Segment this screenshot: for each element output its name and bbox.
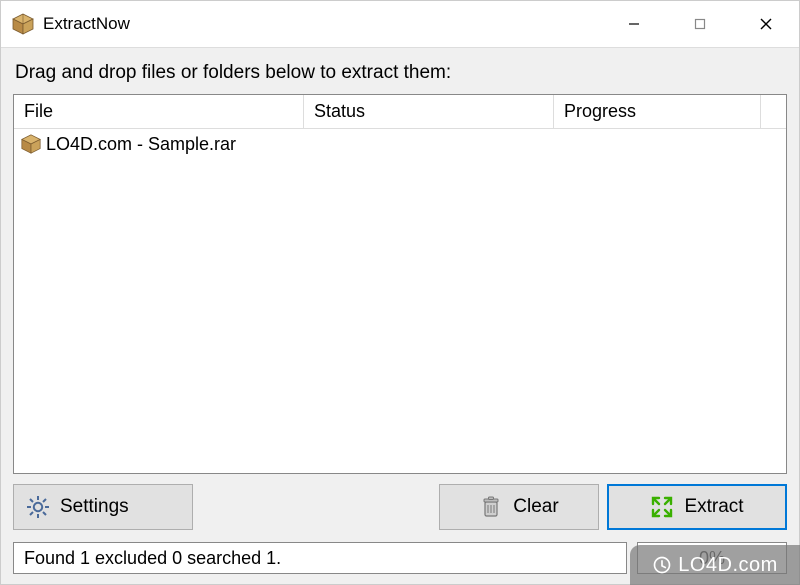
box-icon xyxy=(11,12,35,36)
window-title: ExtractNow xyxy=(43,14,601,34)
column-header-status[interactable]: Status xyxy=(304,95,554,129)
close-button[interactable] xyxy=(733,1,799,47)
clear-button-label: Clear xyxy=(513,496,558,518)
cell-file-text: LO4D.com - Sample.rar xyxy=(46,134,236,155)
progress-box: 0% xyxy=(637,542,787,574)
column-header-file[interactable]: File xyxy=(14,95,304,129)
file-listview[interactable]: File Status Progress L xyxy=(13,94,787,474)
extract-button-label: Extract xyxy=(684,496,743,518)
listview-body[interactable]: LO4D.com - Sample.rar xyxy=(14,129,786,473)
instruction-label: Drag and drop files or folders below to … xyxy=(15,62,787,84)
maximize-button[interactable] xyxy=(667,1,733,47)
table-row[interactable]: LO4D.com - Sample.rar xyxy=(14,129,786,159)
titlebar[interactable]: ExtractNow xyxy=(1,1,799,47)
client-area: Drag and drop files or folders below to … xyxy=(1,47,799,584)
status-row: Found 1 excluded 0 searched 1. 0% xyxy=(13,542,787,574)
column-header-spacer xyxy=(761,95,786,129)
expand-icon xyxy=(650,495,674,519)
trash-icon xyxy=(479,495,503,519)
progress-text: 0% xyxy=(699,548,725,569)
status-text: Found 1 excluded 0 searched 1. xyxy=(13,542,627,574)
clear-button[interactable]: Clear xyxy=(439,484,599,530)
box-icon xyxy=(20,133,42,155)
button-row: Settings Clear xyxy=(13,484,787,530)
minimize-button[interactable] xyxy=(601,1,667,47)
app-window: ExtractNow Drag and drop files or folder… xyxy=(0,0,800,585)
window-controls xyxy=(601,1,799,47)
settings-button-label: Settings xyxy=(60,496,129,518)
listview-header: File Status Progress xyxy=(14,95,786,129)
button-spacer xyxy=(201,484,431,530)
settings-button[interactable]: Settings xyxy=(13,484,193,530)
extract-button[interactable]: Extract xyxy=(607,484,787,530)
gear-icon xyxy=(26,495,50,519)
cell-file: LO4D.com - Sample.rar xyxy=(14,133,304,155)
column-header-progress[interactable]: Progress xyxy=(554,95,761,129)
